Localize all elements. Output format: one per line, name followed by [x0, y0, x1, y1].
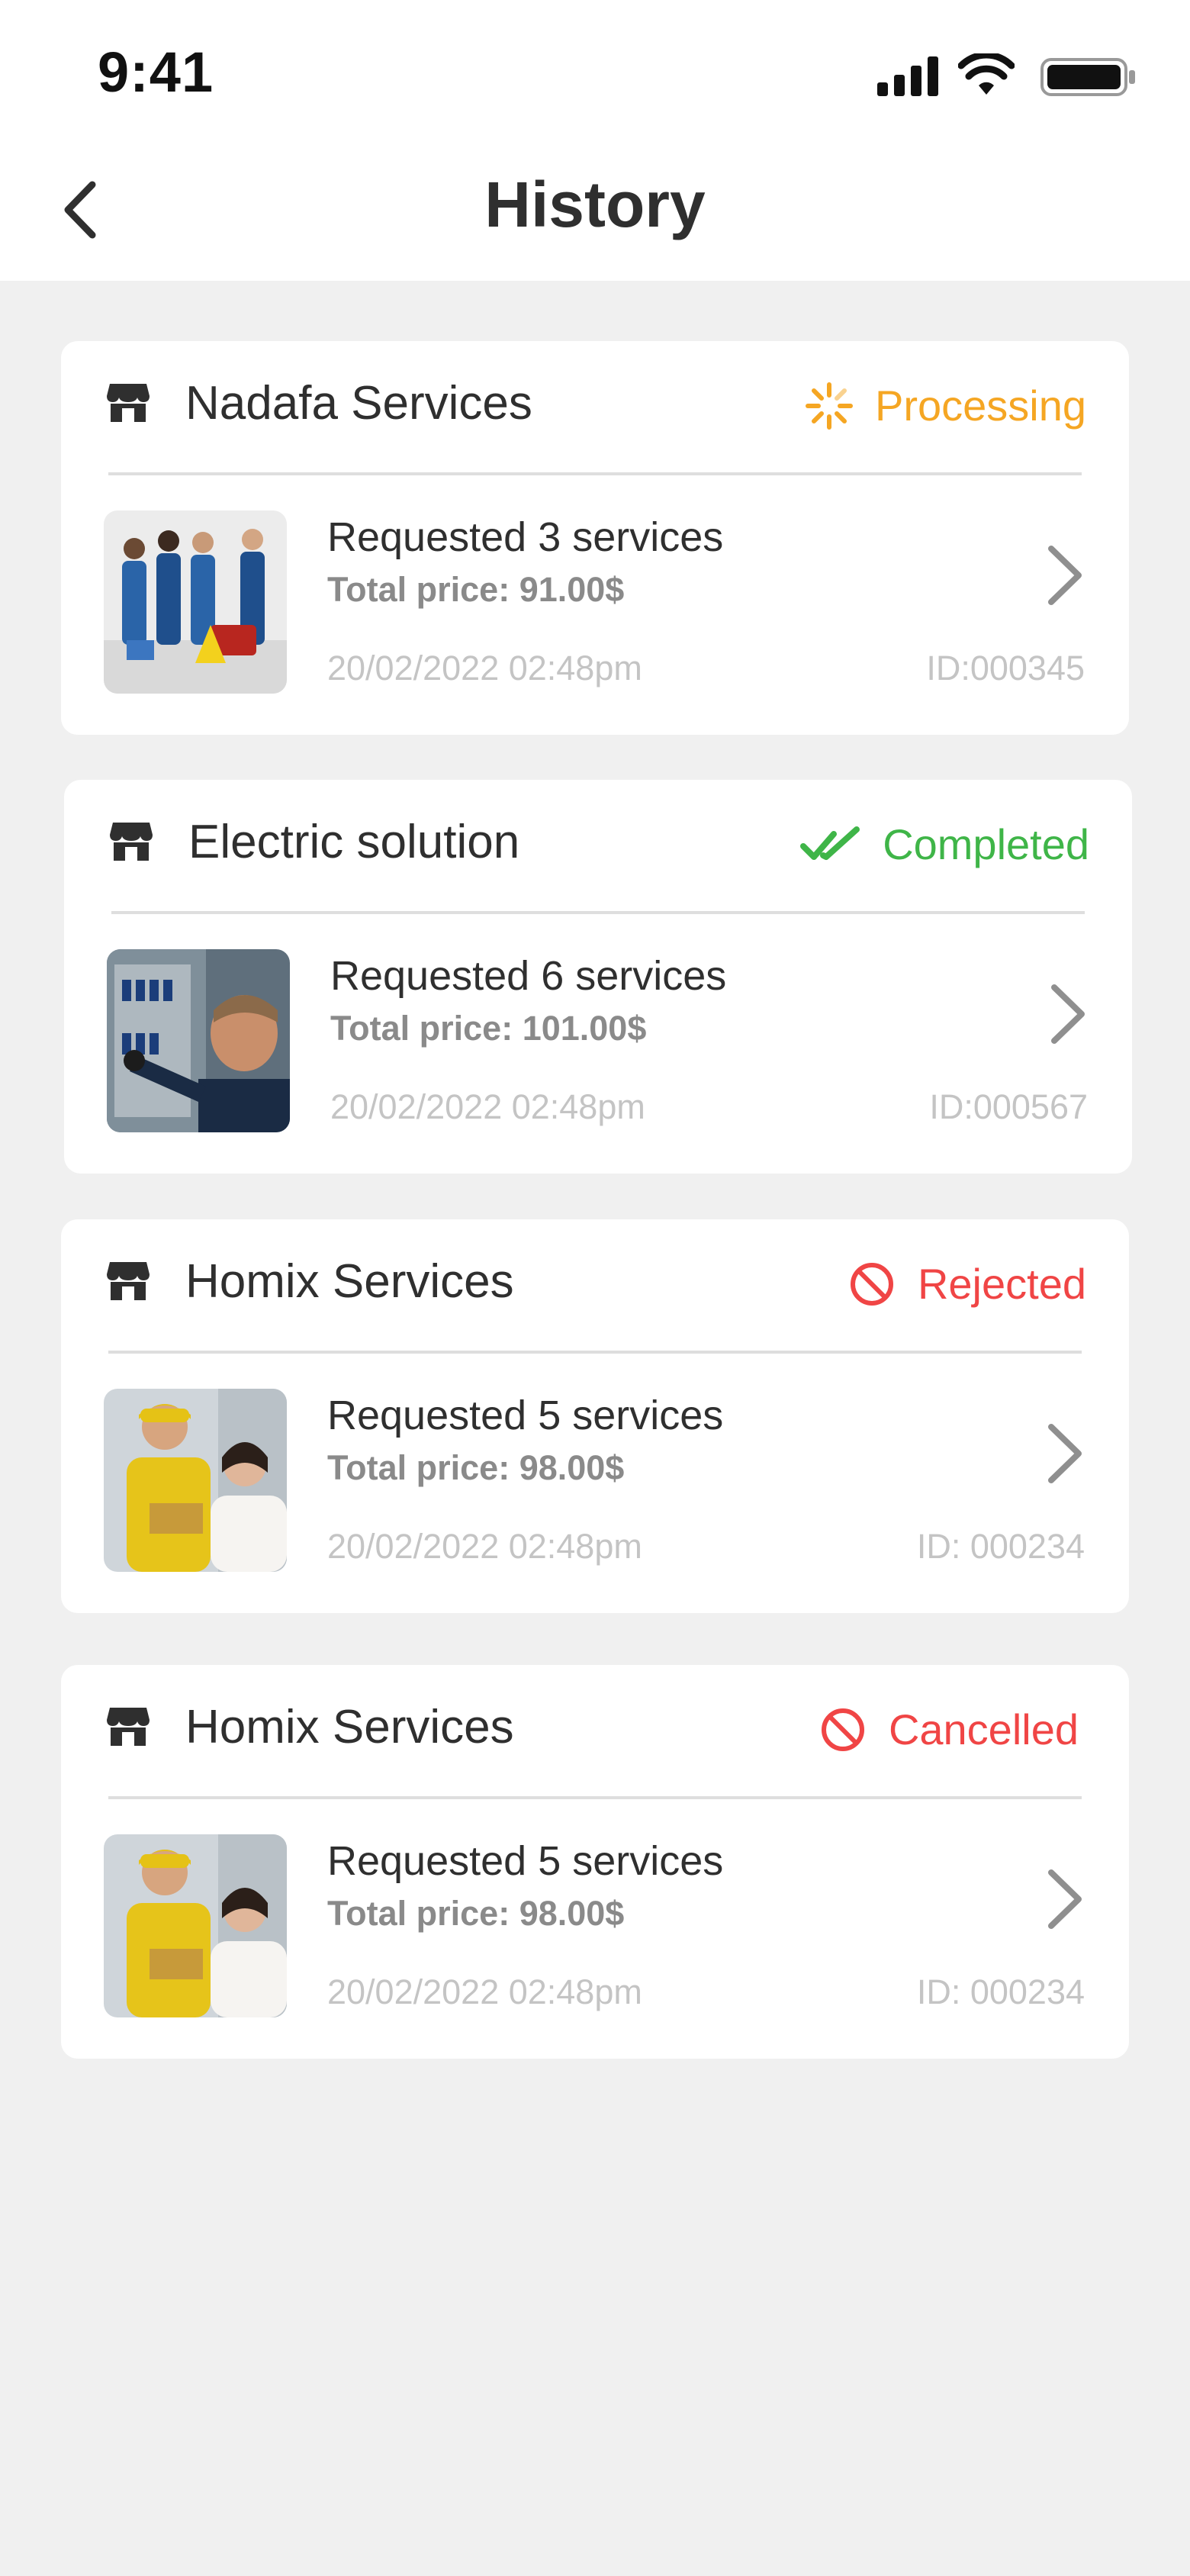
request-summary: Requested 5 services — [327, 1838, 724, 1884]
request-summary: Requested 6 services — [330, 953, 727, 999]
technician-customer-photo — [104, 1389, 287, 1572]
divider — [111, 911, 1085, 914]
divider — [108, 1796, 1082, 1799]
store-icon — [107, 1262, 150, 1300]
card-header: Homix Services Cancelled — [61, 1665, 1129, 1796]
loading-spinner-icon — [805, 382, 853, 430]
chevron-right-icon[interactable] — [1044, 1866, 1086, 1932]
service-image — [104, 1834, 287, 2017]
card-header: Nadafa Services Processing — [61, 341, 1129, 472]
card-header: Electric solution Completed — [64, 780, 1132, 911]
chevron-right-icon[interactable] — [1044, 543, 1086, 608]
divider — [108, 1351, 1082, 1354]
card-header: Homix Services Rejected — [61, 1219, 1129, 1351]
electrician-photo — [107, 949, 290, 1132]
cellular-signal-icon — [877, 56, 938, 96]
store-name: Electric solution — [188, 816, 520, 868]
total-price: Total price: 91.00$ — [327, 570, 625, 609]
order-date: 20/02/2022 02:48pm — [327, 1527, 642, 1566]
status-badge: Processing — [805, 381, 1086, 430]
order-id: ID: 000234 — [916, 1972, 1085, 2011]
store-icon — [107, 1708, 150, 1746]
order-card[interactable]: Nadafa Services Processing Requested 3 s… — [61, 341, 1129, 735]
status-badge: Completed — [800, 819, 1089, 869]
store-name: Homix Services — [185, 1701, 514, 1753]
top-bar: 9:41 History — [0, 0, 1190, 281]
status-label: Rejected — [917, 1260, 1086, 1308]
prohibited-icon — [850, 1262, 893, 1306]
divider — [108, 472, 1082, 475]
status-icons — [862, 53, 1137, 99]
store-icon — [107, 384, 150, 422]
status-label: Processing — [874, 382, 1086, 430]
order-id: ID:000567 — [929, 1087, 1088, 1126]
service-image — [104, 1389, 287, 1572]
page-title: History — [484, 169, 706, 240]
request-summary: Requested 3 services — [327, 514, 724, 560]
store-name: Homix Services — [185, 1255, 514, 1308]
status-label: Completed — [883, 820, 1089, 868]
order-card[interactable]: Homix Services Cancelled Requested 5 ser… — [61, 1665, 1129, 2059]
technician-customer-photo — [104, 1834, 287, 2017]
order-card[interactable]: Homix Services Rejected Requested 5 serv… — [61, 1219, 1129, 1613]
total-price: Total price: 98.00$ — [327, 1894, 625, 1933]
battery-icon — [1040, 58, 1135, 96]
prohibited-icon — [821, 1708, 864, 1751]
chevron-right-icon[interactable] — [1044, 1421, 1086, 1486]
cleaning-team-photo — [104, 510, 287, 694]
service-image — [107, 949, 290, 1132]
order-date: 20/02/2022 02:48pm — [327, 649, 642, 687]
status-label: Cancelled — [888, 1705, 1079, 1753]
wifi-icon — [958, 53, 1015, 95]
double-check-icon — [800, 826, 860, 860]
total-price: Total price: 98.00$ — [327, 1448, 625, 1487]
order-date: 20/02/2022 02:48pm — [330, 1087, 645, 1126]
status-badge: Cancelled — [819, 1705, 1079, 1754]
status-badge: Rejected — [847, 1259, 1086, 1309]
total-price: Total price: 101.00$ — [330, 1009, 647, 1048]
order-card[interactable]: Electric solution Completed Requested 6 … — [64, 780, 1132, 1174]
order-id: ID: 000234 — [916, 1527, 1085, 1566]
store-icon — [110, 823, 153, 861]
store-name: Nadafa Services — [185, 377, 532, 430]
service-image — [104, 510, 287, 694]
chevron-right-icon[interactable] — [1047, 981, 1089, 1047]
order-id: ID:000345 — [926, 649, 1085, 687]
request-summary: Requested 5 services — [327, 1393, 724, 1438]
order-date: 20/02/2022 02:48pm — [327, 1972, 642, 2011]
status-time: 9:41 — [98, 40, 214, 104]
